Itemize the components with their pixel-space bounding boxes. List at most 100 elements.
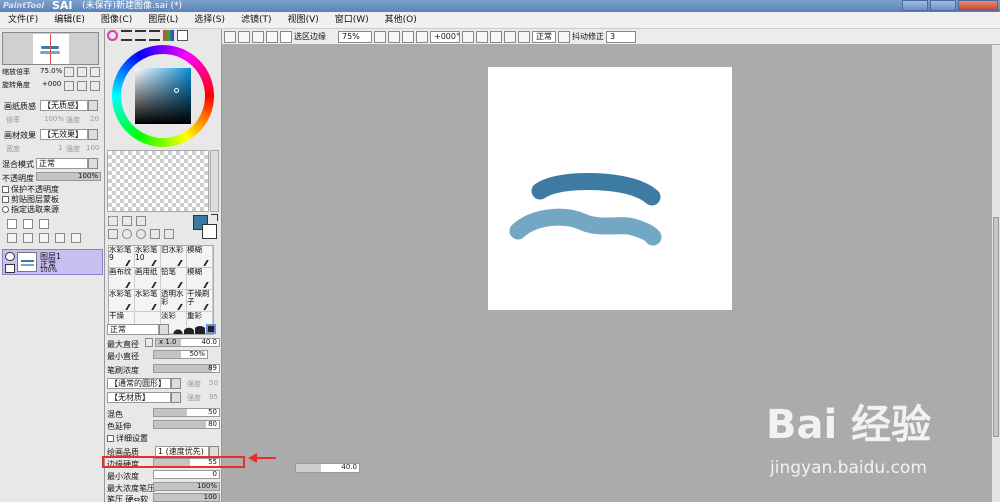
brush-slot[interactable]: 干燥刷子 — [187, 290, 213, 312]
lasso-icon[interactable] — [122, 216, 132, 226]
brush-slot[interactable]: 画用纸 — [135, 268, 161, 290]
brush-slot[interactable]: 模糊 — [187, 268, 213, 290]
mode-field[interactable]: 正常 — [532, 30, 556, 43]
menu-layer[interactable]: 图层(L) — [140, 12, 186, 29]
brush-mode-select[interactable]: 正常 — [107, 324, 169, 335]
zoom-field[interactable]: 75% — [338, 30, 372, 43]
brush-shape-square-icon[interactable] — [206, 324, 216, 334]
move-icon[interactable] — [108, 229, 118, 239]
pressure-slider[interactable]: 100 — [153, 493, 220, 502]
brush-shape-select[interactable]: 【通常的圆形】 — [107, 378, 181, 389]
hsv-slider-tab-icon[interactable] — [135, 30, 146, 41]
brush-slot[interactable]: 画布纹 — [109, 268, 135, 290]
new-layer-icon[interactable] — [7, 219, 17, 229]
brush-density-slider[interactable]: 89 — [153, 364, 220, 373]
zoom-dropdown-icon[interactable] — [374, 30, 386, 43]
eyedropper-icon[interactable] — [164, 229, 174, 239]
brush-shape-soft-icon[interactable] — [173, 324, 183, 334]
color-picker-cursor[interactable] — [174, 88, 179, 93]
lock-pen-icon[interactable] — [5, 264, 15, 273]
mode-dropdown-icon[interactable] — [558, 30, 570, 43]
maximize-button[interactable] — [930, 0, 956, 11]
brush-shape-hard-icon[interactable] — [195, 324, 205, 334]
rotate-reset-icon[interactable] — [504, 30, 516, 43]
flip-horizontal-icon[interactable] — [518, 30, 530, 43]
brush-slot[interactable]: 旧水彩 — [161, 246, 187, 268]
clipping-mask-checkbox[interactable] — [2, 196, 9, 203]
menu-edit[interactable]: 编辑(E) — [46, 12, 93, 29]
blending-slider[interactable]: 50 — [153, 408, 220, 417]
swatches-tab-icon[interactable] — [163, 30, 174, 41]
zoom-icon[interactable] — [122, 229, 132, 239]
palette-tab-icon[interactable] — [177, 30, 188, 41]
close-button[interactable] — [958, 0, 998, 11]
show-selection-checkbox[interactable] — [280, 30, 292, 43]
brush-texture-select[interactable]: 【无材质】 — [107, 392, 181, 403]
menu-select[interactable]: 选择(S) — [186, 12, 233, 29]
undo-icon[interactable] — [224, 30, 236, 43]
blend-mode-select[interactable]: 正常 — [36, 158, 98, 169]
rotate-cw-icon[interactable] — [490, 30, 502, 43]
drawing-paper[interactable] — [488, 67, 732, 310]
menu-filter[interactable]: 滤镜(T) — [233, 12, 280, 29]
brush-slot[interactable]: 水彩笔10 — [135, 246, 161, 268]
hand-icon[interactable] — [150, 229, 160, 239]
rotate-reset-button[interactable] — [90, 81, 100, 91]
redo-icon[interactable] — [238, 30, 250, 43]
brush-slot[interactable]: 模糊 — [187, 246, 213, 268]
color-wheel[interactable] — [112, 45, 214, 147]
brush-slot[interactable]: 水彩笔9 — [109, 246, 135, 268]
dilution-slider[interactable]: 80 — [153, 420, 220, 429]
clear-layer-icon[interactable] — [39, 233, 49, 243]
mixer-tab-icon[interactable] — [149, 30, 160, 41]
scratchpad-scrollbar[interactable] — [210, 150, 219, 212]
swap-colors-icon[interactable] — [211, 214, 218, 221]
rotate-right-button[interactable] — [77, 81, 87, 91]
merge-down-icon[interactable] — [23, 233, 33, 243]
magic-wand-icon[interactable] — [136, 216, 146, 226]
visibility-eye-icon[interactable] — [5, 252, 15, 261]
rotate-icon[interactable] — [136, 229, 146, 239]
protect-opacity-checkbox[interactable] — [2, 186, 9, 193]
brush-slot[interactable]: 透明水彩 — [161, 290, 187, 312]
zoom-in-button[interactable] — [77, 67, 87, 77]
zoom-in-icon[interactable] — [402, 30, 414, 43]
menu-image[interactable]: 图像(C) — [93, 12, 140, 29]
layer-item[interactable]: 图层1 正常 100% — [2, 249, 103, 275]
zoom-out-button[interactable] — [64, 67, 74, 77]
material-effect-select[interactable]: 【无效果】 — [40, 129, 98, 140]
navigator-preview[interactable] — [2, 32, 99, 65]
color-wheel-tab-icon[interactable] — [107, 30, 118, 41]
angle-field[interactable]: +000° — [430, 30, 460, 43]
menu-window[interactable]: 窗口(W) — [327, 12, 377, 29]
brush-slot[interactable]: 水彩笔 — [135, 290, 161, 312]
scratchpad[interactable] — [107, 150, 209, 212]
copy-layer-icon[interactable] — [7, 233, 17, 243]
new-linework-layer-icon[interactable] — [23, 219, 33, 229]
stabilizer-field[interactable]: 3 — [606, 30, 636, 43]
layer-mask-icon[interactable] — [71, 233, 81, 243]
rotate-ccw-icon[interactable] — [476, 30, 488, 43]
menu-other[interactable]: 其他(O) — [377, 12, 425, 29]
brush-shape-medium-icon[interactable] — [184, 324, 194, 334]
selection-source-radio[interactable] — [2, 206, 9, 213]
scrollbar-thumb[interactable] — [993, 217, 999, 437]
max-pressure-slider[interactable]: 100% — [153, 482, 220, 491]
zoom-reset-icon[interactable] — [416, 30, 428, 43]
brush-slot[interactable]: 水彩笔 — [109, 290, 135, 312]
rgb-slider-tab-icon[interactable] — [121, 30, 132, 41]
secondary-color-swatch[interactable] — [202, 224, 217, 239]
min-density-slider[interactable]: 0 — [153, 470, 220, 479]
opacity-slider[interactable]: 100% — [36, 172, 101, 181]
zoom-out-icon[interactable] — [388, 30, 400, 43]
zoom-reset-button[interactable] — [90, 67, 100, 77]
brush-slot[interactable]: 铅笔 — [161, 268, 187, 290]
delete-layer-icon[interactable] — [55, 233, 65, 243]
new-folder-icon[interactable] — [39, 219, 49, 229]
angle-dropdown-icon[interactable] — [462, 30, 474, 43]
diameter-multiplier-button[interactable] — [145, 338, 153, 347]
rotate-left-button[interactable] — [64, 81, 74, 91]
max-diameter-slider[interactable]: x 1.0 40.0 — [155, 338, 220, 347]
deselect-icon[interactable] — [252, 30, 264, 43]
details-checkbox[interactable] — [107, 435, 114, 442]
